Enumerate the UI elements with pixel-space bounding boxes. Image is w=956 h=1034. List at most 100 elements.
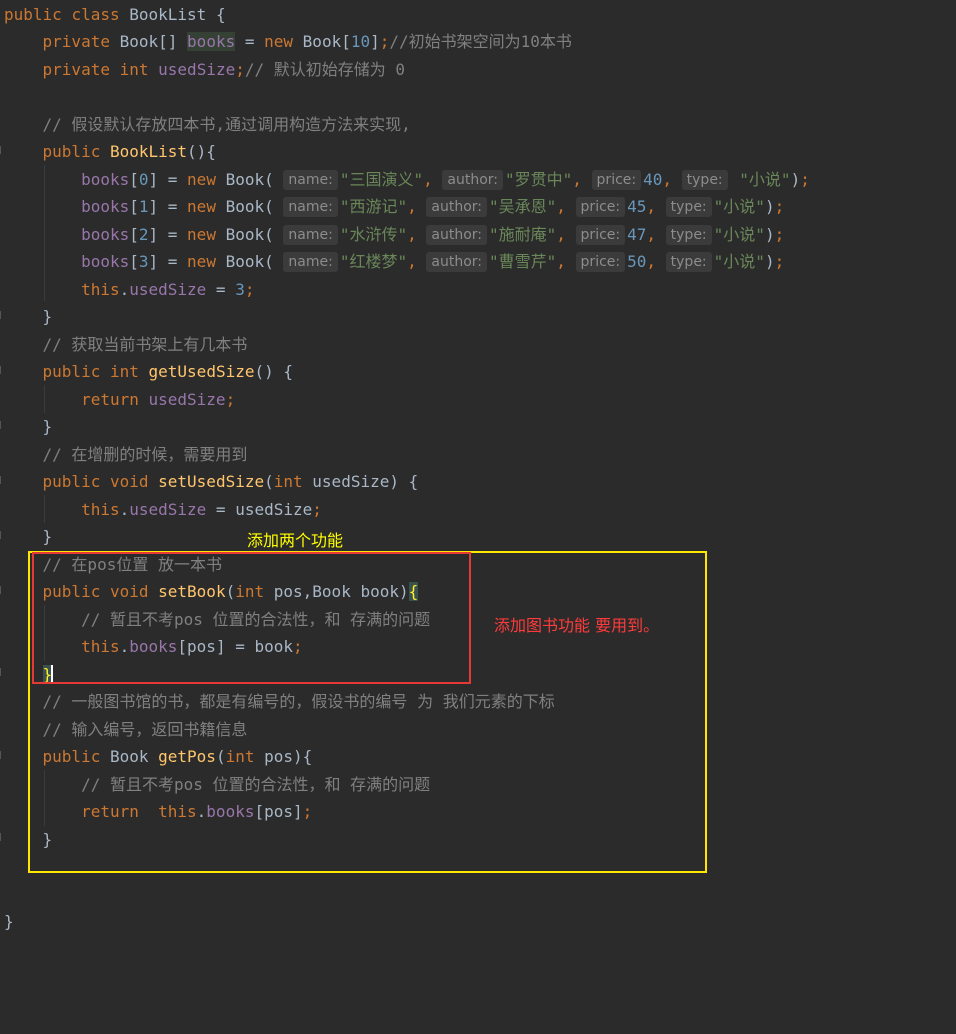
method-name: BookList [109, 142, 188, 161]
code-line-class-decl[interactable]: public class BookList { [4, 1, 226, 28]
code-line-close-brace[interactable]: } [4, 523, 53, 550]
string: "西游记" [339, 197, 408, 216]
code-line-used-assign[interactable]: this.usedSize = 3; [4, 276, 254, 303]
param-hint: price: [575, 197, 626, 217]
field-name: usedSize [129, 500, 207, 519]
code-line-set-assign[interactable]: this.usedSize = usedSize; [4, 496, 322, 523]
keyword: int [109, 362, 139, 381]
number: 45 [627, 197, 647, 216]
keyword: new [264, 32, 294, 51]
code-line-close-brace[interactable]: } [4, 303, 53, 330]
string: "小说" [739, 170, 791, 189]
string: "小说" [713, 197, 765, 216]
comma: , [572, 170, 582, 189]
string: "红楼梦" [339, 252, 408, 271]
comma: , [556, 197, 566, 216]
field-name: books [81, 170, 130, 189]
number: 0 [138, 170, 149, 189]
comment: // 默认初始存储为 0 [244, 60, 406, 79]
annotation-add-book: 添加图书功能 要用到。 [494, 616, 660, 635]
semicolon: ; [774, 252, 785, 271]
field-name: usedSize [129, 280, 207, 299]
code-line-field-books[interactable]: private Book[] books = new Book[10];//初始… [4, 28, 572, 55]
keyword: new [187, 197, 216, 216]
comma: , [407, 197, 417, 216]
comma: , [646, 252, 657, 271]
code-line-comment[interactable]: // 获取当前书架上有几本书 [4, 331, 248, 358]
number: 2 [138, 225, 149, 244]
code-line-return[interactable]: return usedSize; [4, 386, 235, 413]
semicolon: ; [379, 32, 390, 51]
operator: = [206, 280, 236, 299]
field-name: books [81, 225, 130, 244]
code-line-books-init[interactable]: books[0] = new Book( name: "三国演义", author… [4, 166, 810, 193]
number: 47 [627, 225, 647, 244]
code-line-comment[interactable]: // 在增删的时候，需要用到 [4, 441, 248, 468]
brace: } [4, 912, 14, 931]
semicolon: ; [244, 280, 255, 299]
keyword: public [42, 362, 101, 381]
indent-spacer [4, 111, 44, 138]
keyword: int [273, 472, 303, 491]
code-line-comment[interactable]: // 假设默认存放四本书,通过调用构造方法来实现, [4, 111, 411, 138]
code-line-books-init[interactable]: books[2] = new Book( name: "水浒传", author:… [4, 221, 784, 248]
keyword: new [187, 225, 216, 244]
comma: , [646, 197, 657, 216]
field-name: usedSize [148, 390, 226, 409]
code-line-books-init[interactable]: books[1] = new Book( name: "西游记", author:… [4, 193, 784, 220]
number: 40 [643, 170, 663, 189]
bracket: ] [370, 32, 380, 51]
red-highlight-box [32, 552, 471, 684]
code-line-books-init[interactable]: books[3] = new Book( name: "红楼梦", author:… [4, 248, 784, 275]
keyword: class [71, 5, 120, 24]
code-line-ctor-decl[interactable]: public BookList(){ [4, 138, 216, 165]
semicolon: ; [800, 170, 810, 189]
operator: = [235, 32, 265, 51]
keyword: private [42, 60, 110, 79]
keyword: public [42, 142, 101, 161]
number: 3 [235, 280, 245, 299]
code-line-class-close[interactable]: } [4, 908, 14, 935]
comment: // 获取当前书架上有几本书 [42, 335, 248, 354]
params: usedSize) { [302, 472, 419, 491]
comma: , [662, 170, 673, 189]
paren: ( [264, 472, 274, 491]
keyword: this [81, 500, 120, 519]
string: "小说" [713, 252, 765, 271]
keyword: public [4, 5, 62, 24]
brace: } [42, 527, 53, 546]
class-name: BookList [129, 5, 207, 24]
code-line-setusedsize-decl[interactable]: public void setUsedSize(int usedSize) { [4, 468, 419, 495]
param-hint: author: [426, 252, 487, 272]
number: 50 [627, 252, 647, 271]
keyword: int [119, 60, 149, 79]
brace: } [42, 307, 53, 326]
param-hint: price: [575, 252, 626, 272]
param-hint: price: [575, 225, 626, 245]
string: "水浒传" [339, 225, 408, 244]
keyword: this [81, 280, 120, 299]
string: "罗贯中" [504, 170, 573, 189]
semicolon: ; [312, 500, 322, 519]
param-hint: author: [426, 225, 487, 245]
field-name: books [81, 197, 130, 216]
param-hint: name: [283, 225, 338, 245]
code-editor[interactable]: public class BookList { private Book[] b… [0, 0, 956, 1034]
number: 3 [138, 252, 149, 271]
code-line-field-usedsize[interactable]: private int usedSize;// 默认初始存储为 0 [4, 56, 406, 83]
annotation-two-features: 添加两个功能 [247, 531, 344, 550]
param-hint: price: [591, 170, 642, 190]
keyword: private [42, 32, 110, 51]
code-line-getusedsize-decl[interactable]: public int getUsedSize() { [4, 358, 293, 385]
string: "施耐庵" [488, 225, 557, 244]
keyword: new [187, 252, 216, 271]
field-name: books [81, 252, 130, 271]
param-hint: author: [426, 197, 487, 217]
field-name-highlighted: books [187, 32, 236, 51]
keyword: public [42, 472, 101, 491]
comma: , [646, 225, 657, 244]
code-line-close-brace[interactable]: } [4, 413, 53, 440]
semicolon: ; [774, 197, 785, 216]
paren: (){ [187, 142, 216, 161]
semicolon: ; [774, 225, 785, 244]
